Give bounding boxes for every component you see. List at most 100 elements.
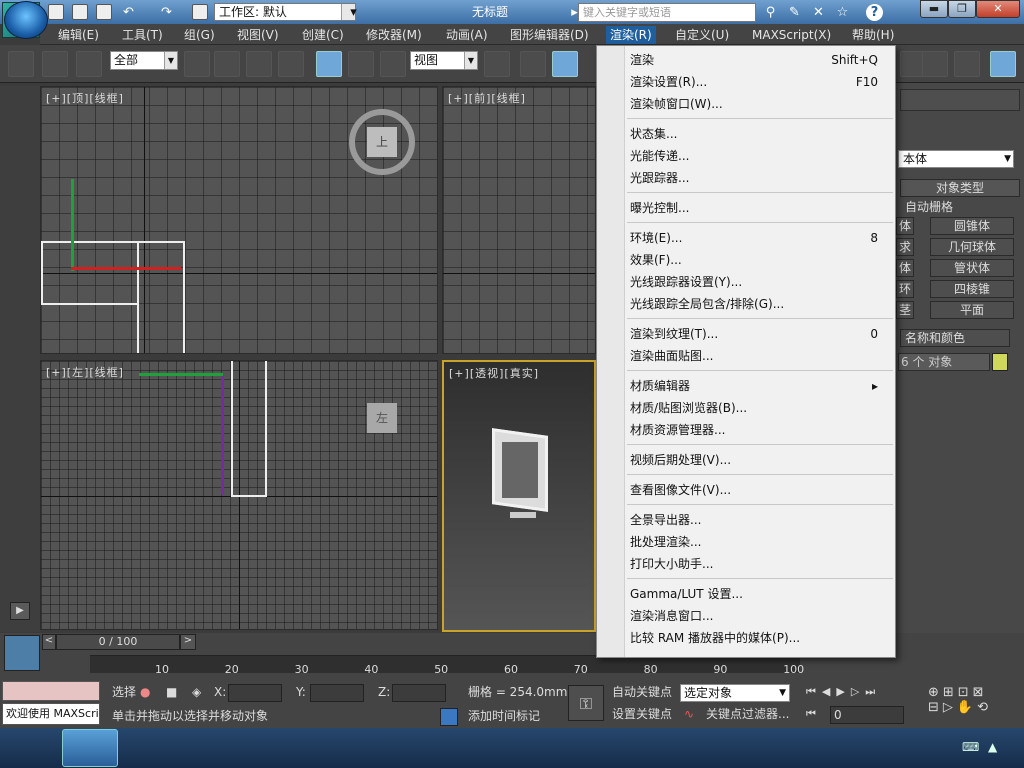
redo-icon[interactable]: ↷ — [158, 4, 175, 21]
menu-4[interactable]: 创建(C) — [298, 26, 348, 44]
save-file-icon[interactable] — [96, 4, 112, 20]
favorites-icon[interactable]: ☆ — [834, 4, 851, 21]
primitive-type-select[interactable]: 本体 ▼ — [898, 150, 1014, 168]
render-menu-item[interactable]: 材质编辑器 ▸ — [630, 375, 890, 397]
close-button[interactable]: ✕ — [976, 0, 1020, 18]
bind-space-warp-icon[interactable] — [76, 51, 102, 77]
render-menu-item[interactable]: 材质资源管理器... — [630, 419, 890, 441]
select-and-rotate-icon[interactable] — [348, 51, 374, 77]
link-icon[interactable] — [8, 51, 34, 77]
render-menu-item[interactable]: 全景导出器... — [630, 509, 890, 531]
render-menu-item[interactable]: 视频后期处理(V)... — [630, 449, 890, 471]
viewport-layout-icon[interactable] — [4, 635, 40, 671]
help-icon[interactable]: ? — [866, 4, 883, 21]
primitive-button[interactable]: 体 — [896, 259, 914, 277]
y-coordinate-field[interactable] — [310, 684, 364, 702]
key-filters-button[interactable]: 关键点过滤器... — [706, 705, 789, 723]
set-key-button[interactable]: 设置关键点 — [612, 705, 672, 723]
pivot-center-icon[interactable] — [484, 51, 510, 77]
isolate-icon[interactable]: ● — [140, 685, 150, 699]
render-menu-item[interactable]: 光跟踪器... — [630, 167, 890, 189]
select-and-move-icon[interactable] — [316, 51, 342, 77]
render-menu-item[interactable]: 光能传递... — [630, 145, 890, 167]
project-folder-icon[interactable] — [192, 4, 208, 20]
menu-8[interactable]: 渲染(R) — [606, 26, 656, 44]
render-menu-item[interactable]: 效果(F)... — [630, 249, 890, 271]
key-selection-select[interactable]: 选定对象 ▼ — [680, 684, 790, 702]
menu-9[interactable]: 自定义(U) — [671, 26, 733, 44]
menu-5[interactable]: 修改器(M) — [362, 26, 426, 44]
set-key-icon[interactable]: ⚿ — [568, 685, 604, 721]
viewport-persp-point[interactable]: [透视] — [470, 367, 505, 380]
gizmo-z-axis[interactable] — [221, 375, 224, 495]
keyboard-shortcut-override-icon[interactable] — [552, 51, 578, 77]
curve-editor-icon[interactable] — [52, 655, 72, 671]
window-crossing-icon[interactable] — [278, 51, 304, 77]
primitive-button[interactable]: 环 — [896, 280, 914, 298]
maxscript-output[interactable]: 欢迎使用 MAXScri — [2, 703, 100, 725]
selection-filter-select[interactable]: 全部 ▼ — [110, 51, 178, 70]
viewport-front[interactable]: [+][前][线框] — [442, 86, 596, 354]
binoculars-icon[interactable]: ⚲ — [762, 4, 779, 21]
object-name-field[interactable]: 6 个 对象 — [898, 353, 990, 371]
gizmo-x-axis[interactable] — [139, 373, 223, 376]
time-slider[interactable]: 0 / 100 — [56, 634, 180, 650]
current-frame-field[interactable]: 0 — [830, 706, 904, 724]
maxscript-mini-listener[interactable] — [2, 681, 100, 701]
select-object-icon[interactable] — [184, 51, 210, 77]
object-type-rollout[interactable]: 对象类型 — [900, 179, 1020, 197]
expand-left-icon[interactable]: ▶ — [10, 602, 30, 620]
tools-icon[interactable]: ✕ — [810, 4, 827, 21]
render-menu-item[interactable]: 比较 RAM 播放器中的媒体(P)... — [630, 627, 890, 649]
customize-toolbar-icon[interactable]: ▾ — [345, 4, 362, 21]
render-menu-item[interactable]: 批处理渲染... — [630, 531, 890, 553]
viewport-persp-menu[interactable]: [+] — [449, 367, 470, 380]
playback-controls[interactable]: ⏮◀▶▷⏭ — [806, 685, 916, 701]
viewcube-left[interactable]: 左 — [367, 403, 397, 433]
z-coordinate-field[interactable] — [392, 684, 446, 702]
gizmo-y-axis[interactable] — [71, 179, 74, 271]
absolute-mode-icon[interactable]: ◈ — [192, 685, 201, 699]
viewcube-top[interactable]: 上 — [367, 127, 397, 157]
select-by-name-icon[interactable] — [214, 51, 240, 77]
open-file-icon[interactable] — [72, 4, 88, 20]
time-tag-icon[interactable] — [440, 708, 458, 726]
menu-6[interactable]: 动画(A) — [442, 26, 492, 44]
select-and-manipulate-icon[interactable] — [520, 51, 546, 77]
primitive-button[interactable]: 圆锥体 — [930, 217, 1014, 235]
menu-1[interactable]: 工具(T) — [118, 26, 167, 44]
render-menu-item[interactable]: 渲染曲面贴图... — [630, 345, 890, 367]
render-menu-item[interactable]: 曝光控制... — [630, 197, 890, 219]
start-button[interactable] — [4, 1, 48, 39]
command-panel-tabs[interactable] — [900, 89, 1020, 111]
gizmo-x-axis[interactable] — [71, 267, 181, 270]
viewport-navigation-controls[interactable]: ⊕⊞⊡⊠ ⊟▷✋⟲ — [928, 685, 1020, 725]
communication-center-icon[interactable]: ✎ — [786, 4, 803, 21]
timeline-prev-button[interactable]: < — [42, 634, 56, 650]
menu-7[interactable]: 图形编辑器(D) — [506, 26, 593, 44]
object-color-swatch[interactable] — [992, 353, 1008, 371]
menu-2[interactable]: 组(G) — [180, 26, 219, 44]
workspace-select[interactable]: 工作区: 默认 — [214, 3, 356, 21]
render-menu-item[interactable]: 光线跟踪器设置(Y)... — [630, 271, 890, 293]
render-menu-item[interactable]: 渲染消息窗口... — [630, 605, 890, 627]
timeline-next-button[interactable]: > — [180, 634, 196, 650]
viewport-persp-shading[interactable]: [真实] — [504, 367, 539, 380]
new-file-icon[interactable] — [48, 4, 64, 20]
menu-11[interactable]: 帮助(H) — [848, 26, 898, 44]
primitive-button[interactable]: 管状体 — [930, 259, 1014, 277]
name-and-color-rollout[interactable]: 名称和颜色 — [900, 329, 1010, 347]
render-menu-item[interactable]: 渲染设置(R)... F10 — [630, 71, 890, 93]
add-time-tag[interactable]: 添加时间标记 — [468, 707, 540, 725]
primitive-button[interactable]: 茎 — [896, 301, 914, 319]
keyboard-icon[interactable]: ⌨ — [962, 740, 979, 754]
rendered-frame-window-icon[interactable] — [922, 51, 948, 77]
tray-arrow-icon[interactable]: ▲ — [988, 740, 997, 754]
render-menu-item[interactable]: 状态集... — [630, 123, 890, 145]
select-and-scale-icon[interactable] — [380, 51, 406, 77]
primitive-button[interactable]: 四棱锥 — [930, 280, 1014, 298]
selection-lock-icon[interactable]: ■ — [166, 685, 177, 699]
render-menu-item[interactable]: 环境(E)... 8 — [630, 227, 890, 249]
search-input[interactable]: 键入关键字或短语 — [578, 3, 756, 22]
render-menu-item[interactable]: 材质/贴图浏览器(B)... — [630, 397, 890, 419]
